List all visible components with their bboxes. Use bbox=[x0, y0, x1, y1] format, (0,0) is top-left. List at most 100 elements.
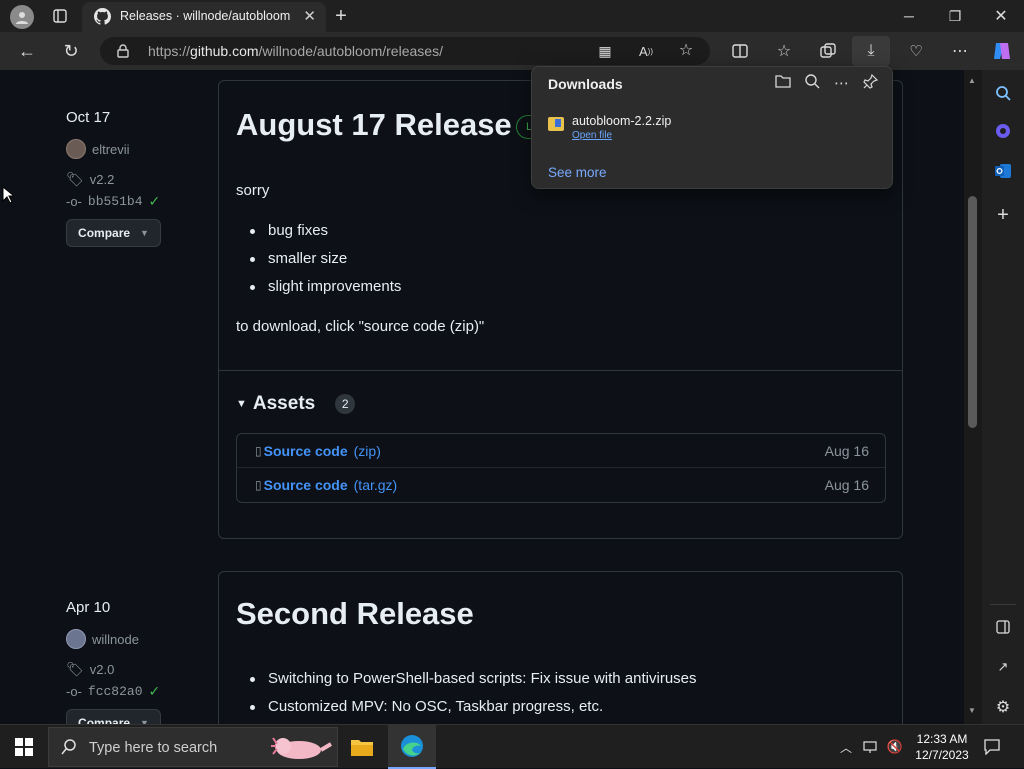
add-sidebar-app-icon[interactable]: + bbox=[992, 204, 1014, 226]
search-icon[interactable] bbox=[805, 74, 820, 93]
asset-link-targz[interactable]: ▯ Source code (tar.gz) bbox=[255, 477, 397, 493]
show-hidden-icons-icon[interactable]: ︿ bbox=[838, 739, 854, 755]
scroll-up-icon[interactable]: ▲ bbox=[968, 76, 976, 85]
tag-label[interactable]: v2.2 bbox=[90, 172, 115, 187]
favorites-icon[interactable]: ☆ bbox=[774, 41, 794, 61]
url-text: https://github.com/willnode/autobloom/re… bbox=[148, 43, 443, 59]
tab-close-icon[interactable]: ✕ bbox=[303, 7, 316, 25]
download-file-name[interactable]: autobloom-2.2.zip bbox=[572, 114, 671, 128]
release-tag[interactable]: 🏷 v2.0 bbox=[66, 661, 114, 678]
pin-icon[interactable] bbox=[863, 73, 879, 93]
app-available-icon[interactable]: ▦ bbox=[597, 43, 613, 59]
edge-taskbar-icon[interactable] bbox=[388, 725, 436, 769]
search-icon[interactable] bbox=[992, 82, 1014, 104]
split-screen-icon[interactable] bbox=[730, 41, 750, 61]
tag-icon: 🏷 bbox=[66, 171, 84, 187]
asset-row: ▯ Source code (zip) Aug 16 bbox=[237, 434, 885, 468]
downloads-icon[interactable]: ⤓ bbox=[852, 36, 890, 66]
release-notes-list: Switching to PowerShell-based scripts: F… bbox=[250, 670, 697, 724]
release-title[interactable]: August 17 Release bbox=[236, 107, 512, 143]
hide-sidebar-icon[interactable] bbox=[992, 616, 1014, 638]
search-placeholder: Type here to search bbox=[89, 740, 218, 756]
avatar bbox=[66, 139, 86, 159]
open-folder-icon[interactable] bbox=[775, 74, 791, 93]
page-scrollbar[interactable]: ▲ ▼ bbox=[964, 70, 982, 724]
restore-icon[interactable]: ❐ bbox=[944, 6, 966, 26]
list-item: bug fixes bbox=[249, 222, 401, 250]
address-bar: ← ↻ https://github.com/willnode/autobloo… bbox=[0, 32, 1024, 70]
asset-row: ▯ Source code (tar.gz) Aug 16 bbox=[237, 468, 885, 502]
open-external-icon[interactable]: ↗ bbox=[992, 656, 1014, 678]
network-icon[interactable] bbox=[862, 739, 880, 755]
windows-start-icon[interactable] bbox=[14, 737, 34, 757]
list-item: Switching to PowerShell-based scripts: F… bbox=[250, 670, 697, 698]
new-tab-icon[interactable]: + bbox=[330, 5, 352, 27]
see-more-link[interactable]: See more bbox=[548, 165, 607, 180]
release-title[interactable]: Second Release bbox=[236, 596, 474, 632]
release-notes-list: bug fixes smaller size slight improvemen… bbox=[249, 222, 401, 306]
back-icon[interactable]: ← bbox=[16, 41, 38, 61]
commit-hash[interactable]: fcc82a0 bbox=[88, 684, 143, 699]
github-icon bbox=[94, 8, 111, 30]
verified-icon: ✓ bbox=[148, 683, 161, 699]
file-zip-icon: ▯ bbox=[255, 478, 262, 492]
file-explorer-icon[interactable] bbox=[348, 735, 376, 759]
refresh-icon[interactable]: ↻ bbox=[60, 41, 82, 61]
release-date: Oct 17 bbox=[66, 109, 111, 126]
author-name[interactable]: willnode bbox=[92, 632, 139, 647]
release-date: Apr 10 bbox=[66, 599, 111, 616]
window-close-icon[interactable]: ✕ bbox=[990, 6, 1012, 26]
taskbar: Type here to search ︿ 🔇 12:33 AM 12/7/20… bbox=[0, 724, 1024, 769]
tab-actions-icon[interactable] bbox=[50, 6, 70, 26]
asset-date: Aug 16 bbox=[824, 477, 869, 493]
compare-button[interactable]: Compare ▼ bbox=[66, 219, 161, 247]
open-file-link[interactable]: Open file bbox=[572, 130, 612, 141]
copilot-icon[interactable] bbox=[992, 120, 1014, 142]
compare-button[interactable]: Compare ▼ bbox=[66, 709, 161, 724]
release-tag[interactable]: 🏷 v2.2 bbox=[66, 171, 114, 188]
minimize-icon[interactable]: ─ bbox=[898, 6, 920, 26]
system-clock[interactable]: 12:33 AM 12/7/2023 bbox=[912, 731, 972, 763]
commit-icon: -o- bbox=[66, 684, 82, 699]
read-aloud-icon[interactable]: A)) bbox=[637, 42, 655, 60]
compare-label: Compare bbox=[78, 716, 131, 724]
settings-more-icon[interactable]: ⋯ bbox=[950, 41, 970, 61]
scroll-down-icon[interactable]: ▼ bbox=[968, 706, 976, 715]
tag-label[interactable]: v2.0 bbox=[90, 662, 115, 677]
more-options-icon[interactable]: ⋯ bbox=[834, 74, 849, 93]
clock-date: 12/7/2023 bbox=[915, 748, 969, 762]
zip-file-icon bbox=[548, 117, 564, 131]
profile-avatar[interactable] bbox=[10, 5, 34, 29]
release-commit[interactable]: -o- fcc82a0 ✓ bbox=[66, 683, 160, 700]
volume-muted-icon[interactable]: 🔇 bbox=[886, 739, 904, 755]
collections-icon[interactable] bbox=[818, 41, 838, 61]
assets-toggle[interactable]: ▼ Assets 2 bbox=[236, 393, 356, 415]
lock-icon[interactable] bbox=[116, 44, 130, 58]
notifications-icon[interactable] bbox=[982, 737, 1002, 757]
copilot-icon[interactable] bbox=[990, 39, 1014, 63]
release-card: Second Release Switching to PowerShell-b… bbox=[218, 571, 903, 724]
avatar bbox=[66, 629, 86, 649]
release-author[interactable]: eltrevii bbox=[66, 139, 130, 159]
author-name[interactable]: eltrevii bbox=[92, 142, 130, 157]
release-outro: to download, click "source code (zip)" bbox=[236, 318, 485, 335]
verified-icon: ✓ bbox=[148, 193, 161, 209]
edge-sidebar: + ↗ ⚙ bbox=[982, 70, 1024, 724]
tag-icon: 🏷 bbox=[66, 661, 84, 677]
tab-releases[interactable]: Releases · willnode/autobloom ✕ bbox=[82, 2, 326, 32]
downloads-actions: ⋯ bbox=[775, 73, 879, 93]
commit-hash[interactable]: bb551b4 bbox=[88, 194, 143, 209]
asset-date: Aug 16 bbox=[824, 443, 869, 459]
browser-essentials-icon[interactable]: ♡ bbox=[906, 41, 926, 61]
url-field[interactable]: https://github.com/willnode/autobloom/re… bbox=[100, 37, 710, 65]
release-intro: sorry bbox=[236, 182, 270, 199]
taskbar-search-input[interactable]: Type here to search bbox=[48, 727, 338, 767]
favorite-star-icon[interactable]: ☆ bbox=[677, 41, 695, 59]
sidebar-settings-icon[interactable]: ⚙ bbox=[992, 696, 1014, 718]
asset-link-zip[interactable]: ▯ Source code (zip) bbox=[255, 443, 381, 459]
outlook-icon[interactable] bbox=[992, 160, 1014, 182]
scroll-thumb[interactable] bbox=[968, 196, 977, 428]
release-author[interactable]: willnode bbox=[66, 629, 139, 649]
release-commit[interactable]: -o- bb551b4 ✓ bbox=[66, 193, 160, 210]
divider bbox=[990, 604, 1016, 605]
